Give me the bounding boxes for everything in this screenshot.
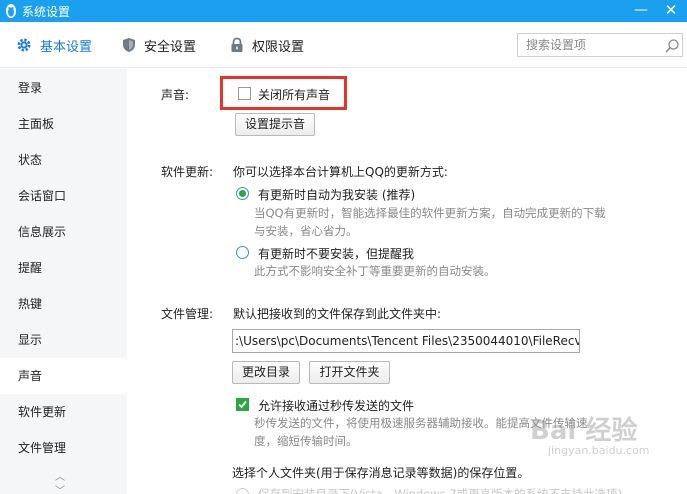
download-path-field[interactable]: :\Users\pc\Documents\Tencent Files\23500… <box>232 329 580 353</box>
search-box <box>517 33 683 57</box>
highlight-annotation <box>220 76 347 110</box>
sidebar-item-file-management[interactable]: 文件管理 <box>0 430 127 466</box>
search-input[interactable] <box>518 34 656 56</box>
auto-update-description-2: 与安装，省心省力。 <box>254 224 358 238</box>
sidebar-item-reminder[interactable]: 提醒 <box>0 250 127 286</box>
baidu-watermark-url: jingyan.baidu.com <box>548 444 650 457</box>
settings-sidebar: 登录 主面板 状态 会话窗口 信息展示 提醒 热键 显示 声音 软件更新 文件管… <box>0 69 127 494</box>
sound-section-label: 声音: <box>161 88 190 102</box>
sidebar-item-login[interactable]: 登录 <box>0 70 127 106</box>
scroll-up-icon[interactable]: ︿ <box>55 468 65 483</box>
gear-icon <box>17 38 31 52</box>
install-dir-option-label[interactable]: 保存到安装目录下(Vista、Windows 7或更高版本的系统不支持此选项) <box>258 485 622 494</box>
tab-security-settings[interactable]: 安全设置 <box>122 35 196 55</box>
remind-update-radio[interactable] <box>236 246 249 259</box>
tab-basic-settings[interactable]: 基本设置 <box>16 35 92 55</box>
sidebar-item-info-display[interactable]: 信息展示 <box>0 214 127 250</box>
tab-basic-settings-label: 基本设置 <box>40 39 93 55</box>
change-directory-button[interactable]: 更改目录 <box>232 361 300 384</box>
tab-security-settings-label: 安全设置 <box>144 39 197 55</box>
file-save-intro: 默认把接收到的文件保存到此文件夹中: <box>233 307 442 321</box>
sidebar-item-chat-window[interactable]: 会话窗口 <box>0 178 127 214</box>
fast-transfer-checkbox[interactable] <box>236 398 249 411</box>
window-title: 系统设置 <box>22 5 71 19</box>
file-section-label: 文件管理: <box>161 307 214 321</box>
settings-toolbar: 基本设置 安全设置 权限设置 <box>0 22 687 68</box>
minimize-button[interactable]: — <box>626 0 656 22</box>
remind-update-description: 此方式不影响安全补丁等重要更新的自动安装。 <box>254 264 496 278</box>
sidebar-item-display[interactable]: 显示 <box>0 322 127 358</box>
baidu-watermark: Bai 经验 <box>530 416 638 446</box>
close-button[interactable]: ✕ <box>656 0 686 22</box>
open-folder-button[interactable]: 打开文件夹 <box>309 361 390 384</box>
fast-transfer-description-2: 度，缩短传输时间。 <box>254 434 358 448</box>
tab-permission-settings-label: 权限设置 <box>252 39 305 55</box>
auto-update-label[interactable]: 有更新时自动为我安装 (推荐) <box>258 186 415 203</box>
lock-icon <box>231 37 243 52</box>
sidebar-item-status[interactable]: 状态 <box>0 142 127 178</box>
checkmark-icon <box>238 400 247 409</box>
auto-update-radio[interactable] <box>236 187 249 200</box>
sidebar-item-sound[interactable]: 声音 <box>0 358 127 394</box>
qq-penguin-icon <box>6 4 16 18</box>
scroll-down-icon[interactable]: ﹀ <box>55 482 65 494</box>
sidebar-item-main-panel[interactable]: 主面板 <box>0 106 127 142</box>
shield-icon <box>123 38 135 52</box>
fast-transfer-label[interactable]: 允许接收通过秒传发送的文件 <box>258 397 414 414</box>
sidebar-item-software-update[interactable]: 软件更新 <box>0 394 127 430</box>
remind-update-label[interactable]: 有更新时不要安装，但提醒我 <box>258 245 414 262</box>
search-icon[interactable] <box>664 38 680 54</box>
update-section-label: 软件更新: <box>161 165 214 179</box>
sidebar-item-hotkeys[interactable]: 热键 <box>0 286 127 322</box>
auto-update-description: 当QQ有更新时，智能选择最佳的软件更新方案，自动完成更新的下载 <box>254 206 606 220</box>
update-intro: 你可以选择本台计算机上QQ的更新方式: <box>233 165 448 179</box>
tab-permission-settings[interactable]: 权限设置 <box>230 35 304 55</box>
install-dir-radio[interactable] <box>236 488 249 494</box>
title-bar: 系统设置 — ✕ <box>0 0 687 22</box>
personal-folder-heading: 选择个人文件夹(用于保存消息记录等数据)的保存位置。 <box>232 466 530 480</box>
set-tone-button[interactable]: 设置提示音 <box>235 113 315 136</box>
